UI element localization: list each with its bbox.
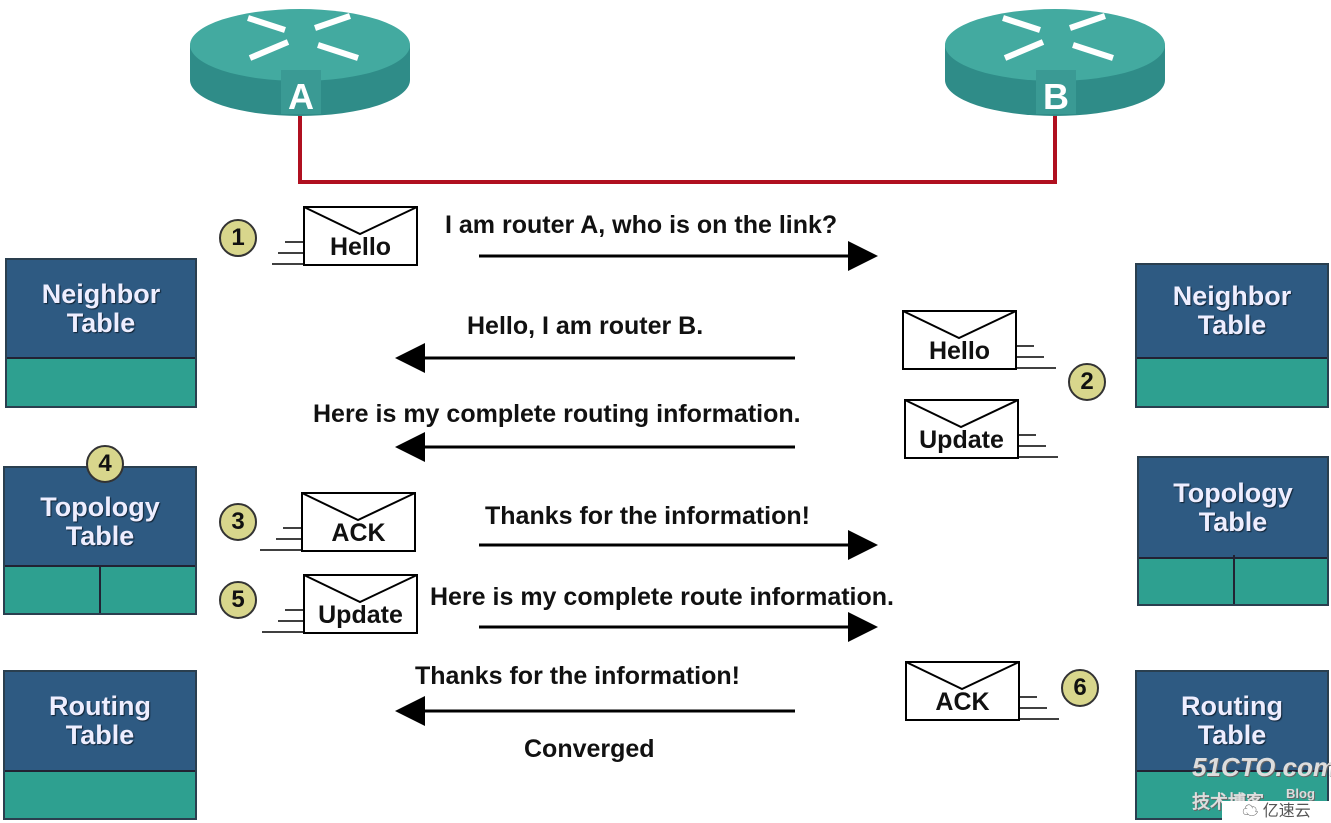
- packet-label: Hello: [928, 337, 991, 365]
- step-badge: 4: [86, 445, 124, 483]
- step-badge: 5: [219, 581, 257, 619]
- message-text: Here is my complete route information.: [430, 583, 894, 611]
- watermark-brand-text: 亿速云: [1262, 803, 1311, 820]
- packet-label: Update: [318, 601, 403, 629]
- message-text: Thanks for the information!: [415, 662, 740, 690]
- packet-label: Hello: [329, 233, 392, 261]
- watermark-blog: Blog: [1286, 786, 1315, 801]
- watermark-site: 51CTO.com: [1192, 752, 1331, 782]
- step-badge: 2: [1068, 363, 1106, 401]
- step-badge: 3: [219, 503, 257, 541]
- watermark-brand: ☁ 亿速云: [1222, 801, 1331, 823]
- ack-packet-icon: ACK: [301, 492, 416, 552]
- step-badge: 6: [1061, 669, 1099, 707]
- ack-packet-icon: ACK: [905, 661, 1020, 721]
- cloud-logo-icon: ☁: [1242, 803, 1263, 820]
- update-packet-icon: Update: [904, 399, 1019, 459]
- eigrp-neighbor-diagram: A B Neighbor Table Topology Table Routing T…: [0, 0, 1331, 823]
- message-text: Here is my complete routing information.: [313, 400, 801, 428]
- hello-packet-icon: Hello: [303, 206, 418, 266]
- packet-label: ACK: [935, 688, 990, 716]
- step-badge: 1: [219, 219, 257, 257]
- message-text: I am router A, who is on the link?: [445, 211, 838, 239]
- update-packet-icon: Update: [303, 574, 418, 634]
- packet-label: Update: [919, 426, 1004, 454]
- message-text: Thanks for the information!: [485, 502, 810, 530]
- packet-label: ACK: [331, 519, 386, 547]
- message-text: Hello, I am router B.: [467, 312, 704, 340]
- converged-label: Converged: [524, 735, 655, 763]
- hello-packet-icon: Hello: [902, 310, 1017, 370]
